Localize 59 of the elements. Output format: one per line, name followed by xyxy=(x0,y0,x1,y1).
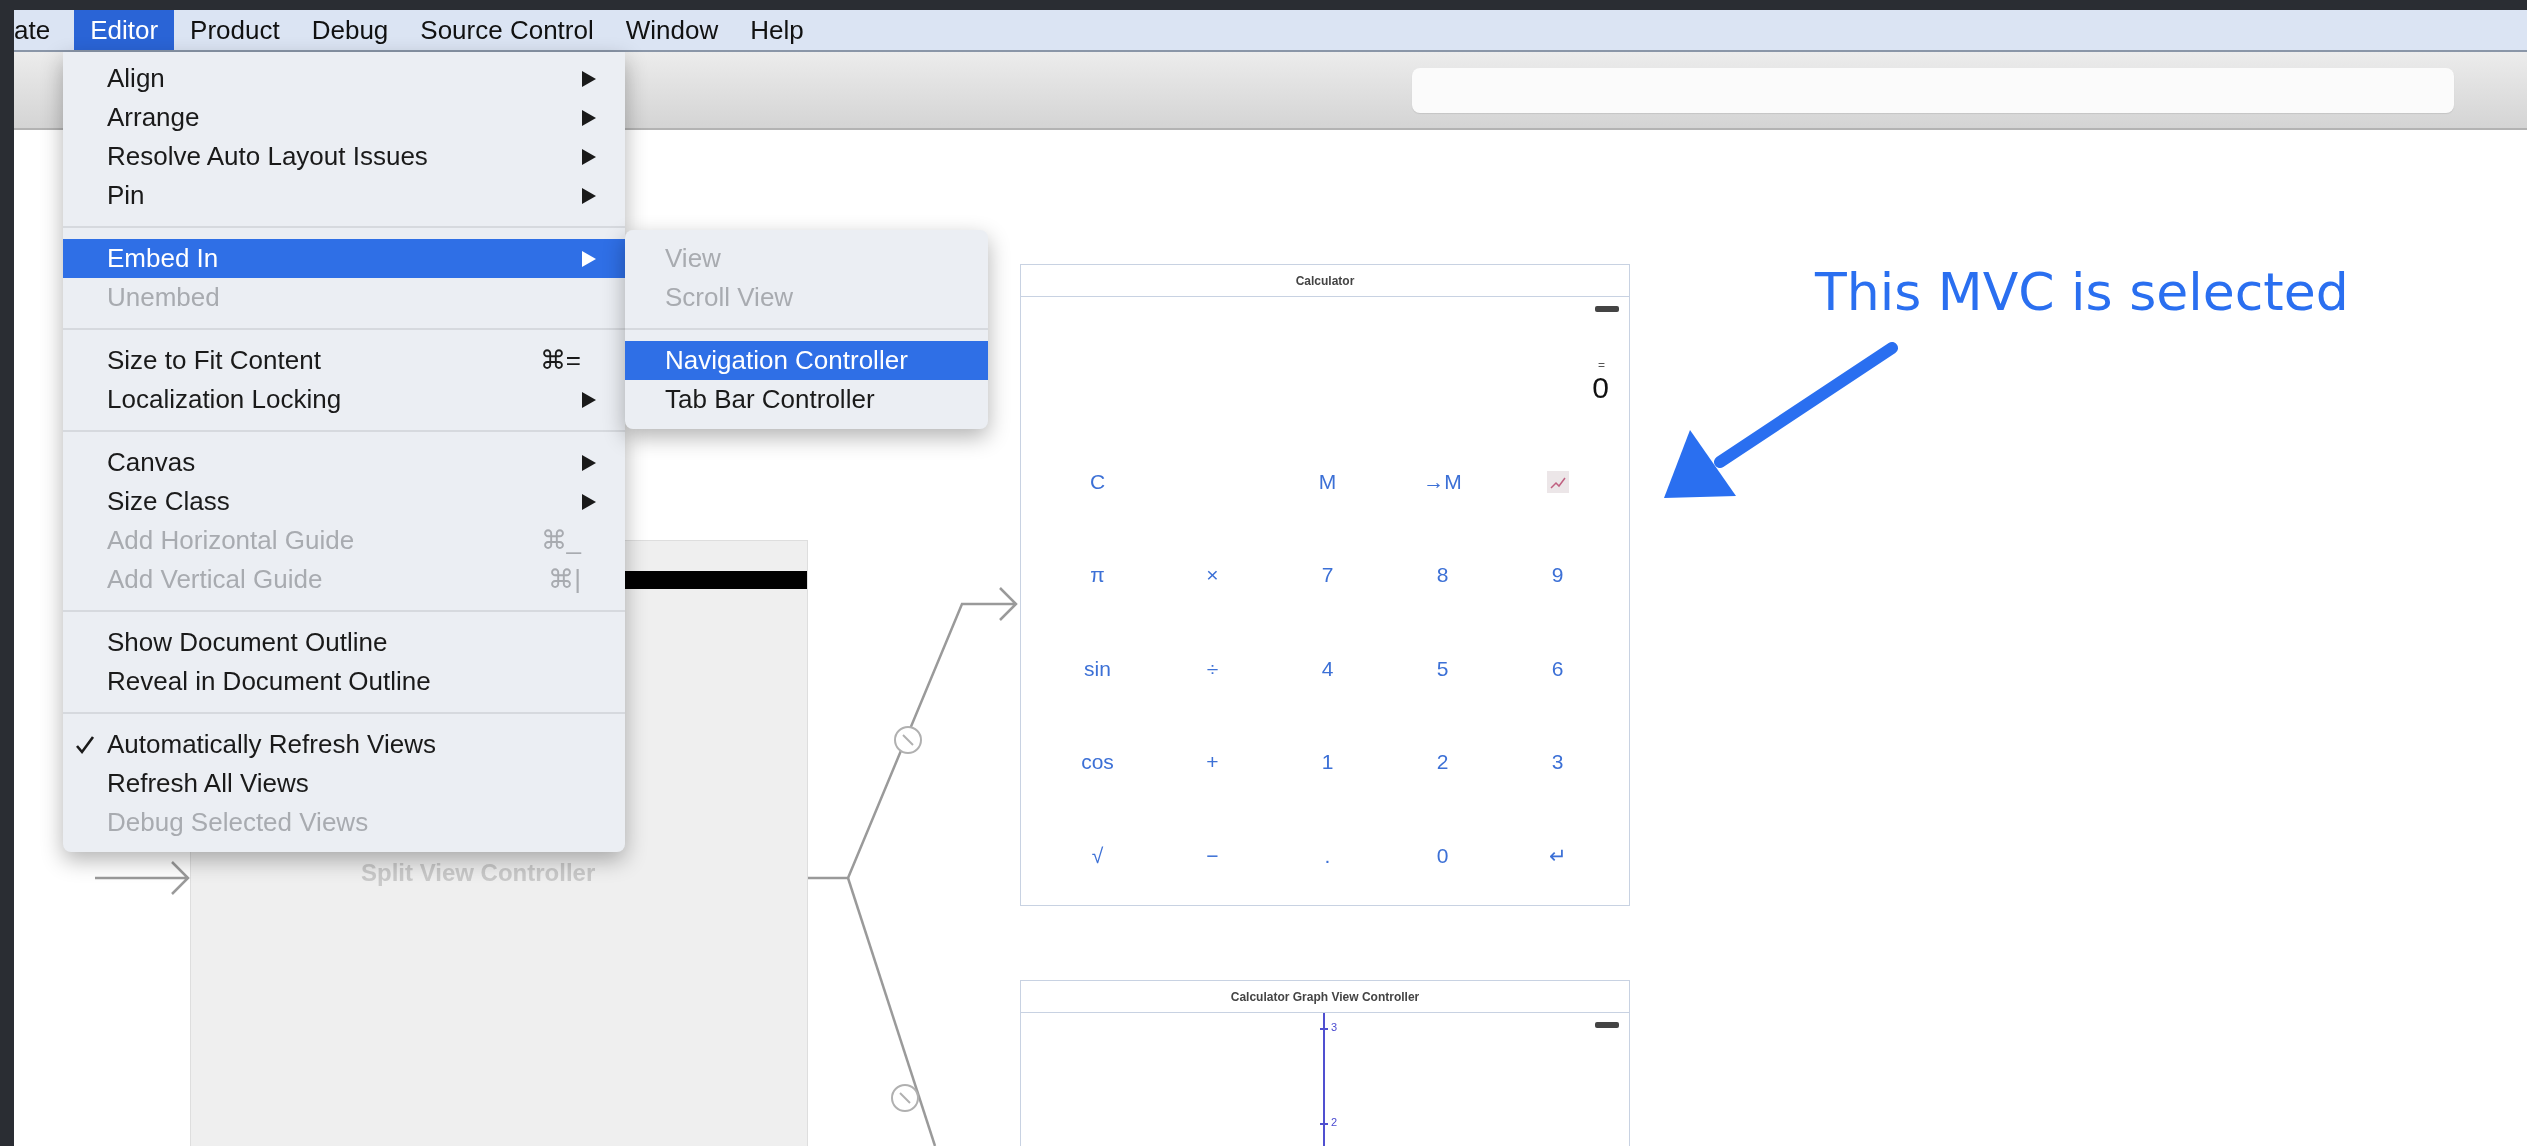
calculator-key: 8 xyxy=(1436,563,1449,588)
calculator-key: − xyxy=(1206,843,1219,868)
menu-bar-item[interactable]: Window xyxy=(609,10,735,50)
menu-item[interactable]: Resolve Auto Layout Issues xyxy=(63,137,625,176)
calculator-key: 2 xyxy=(1436,750,1449,775)
menu-item[interactable]: Canvas xyxy=(63,443,625,482)
calculator-key: 9 xyxy=(1551,563,1564,588)
menu-item[interactable]: Size to Fit Content ⌘= xyxy=(63,341,625,380)
axis-label: 2 xyxy=(1331,1116,1338,1128)
menu-item[interactable]: Arrange xyxy=(63,98,625,137)
checkmark-icon xyxy=(75,734,95,755)
calculator-key: × xyxy=(1206,563,1219,588)
keyboard-shortcut: ⌘_ xyxy=(540,525,581,556)
menu-item[interactable]: Size Class xyxy=(63,482,625,521)
calculator-key: π xyxy=(1090,563,1105,588)
calculator-key: 7 xyxy=(1321,563,1334,588)
menu-item[interactable]: Align xyxy=(63,59,625,98)
graph-icon xyxy=(1546,470,1569,493)
annotation-text: This MVC is selected xyxy=(1815,262,2349,322)
menu-bar-item[interactable]: Source Control xyxy=(404,10,610,50)
calculator-key: 0 xyxy=(1436,843,1449,868)
menu-item[interactable]: Navigation Controller xyxy=(625,341,988,380)
menu-bar-item[interactable]: ate xyxy=(14,10,67,50)
scene-title: Calculator xyxy=(1021,265,1629,297)
calculator-key: 4 xyxy=(1321,656,1334,681)
calculator-key: sin xyxy=(1084,656,1111,681)
menu-item[interactable]: Automatically Refresh Views xyxy=(63,725,625,764)
battery-icon xyxy=(1595,305,1621,313)
calculator-key: . xyxy=(1324,843,1331,868)
calculator-key: cos xyxy=(1081,750,1114,775)
menu-item[interactable]: Tab Bar Controller xyxy=(625,380,988,419)
battery-icon xyxy=(1595,1021,1621,1029)
menu-bar-item[interactable]: Help xyxy=(734,10,820,50)
calculator-key: 5 xyxy=(1436,656,1449,681)
menu-item[interactable]: Pin xyxy=(63,176,625,215)
menu-bar-item[interactable]: Editor xyxy=(74,10,175,50)
calculator-key: M xyxy=(1318,469,1337,494)
calculator-key: ↵ xyxy=(1548,843,1567,868)
calculator-key: C xyxy=(1089,469,1106,494)
calculator-key: 6 xyxy=(1551,656,1564,681)
scene-title: Calculator Graph View Controller xyxy=(1021,981,1629,1013)
menu-item[interactable]: Reveal in Document Outline xyxy=(63,662,625,701)
calculator-key: ÷ xyxy=(1206,656,1219,681)
menu-item[interactable]: Show Document Outline xyxy=(63,623,625,662)
axis-label: 3 xyxy=(1331,1021,1338,1033)
menu-item[interactable]: Localization Locking xyxy=(63,380,625,419)
calculator-key: 3 xyxy=(1551,750,1564,775)
calculator-key: √ xyxy=(1091,843,1104,868)
calculator-key: 1 xyxy=(1321,750,1334,775)
calculator-key: + xyxy=(1206,750,1219,775)
menu-bar-item[interactable]: Debug xyxy=(295,10,405,50)
calculator-key: →M xyxy=(1423,469,1462,494)
display-value: 0 xyxy=(1592,371,1609,405)
keyboard-shortcut: ⌘= xyxy=(539,345,581,376)
equals-label: = xyxy=(1598,359,1605,371)
menu-bar-item[interactable]: Product xyxy=(174,10,296,50)
keyboard-shortcut: ⌘| xyxy=(548,564,581,595)
menu-item[interactable]: Embed In xyxy=(63,239,625,278)
menu-item[interactable]: Refresh All Views xyxy=(63,764,625,803)
